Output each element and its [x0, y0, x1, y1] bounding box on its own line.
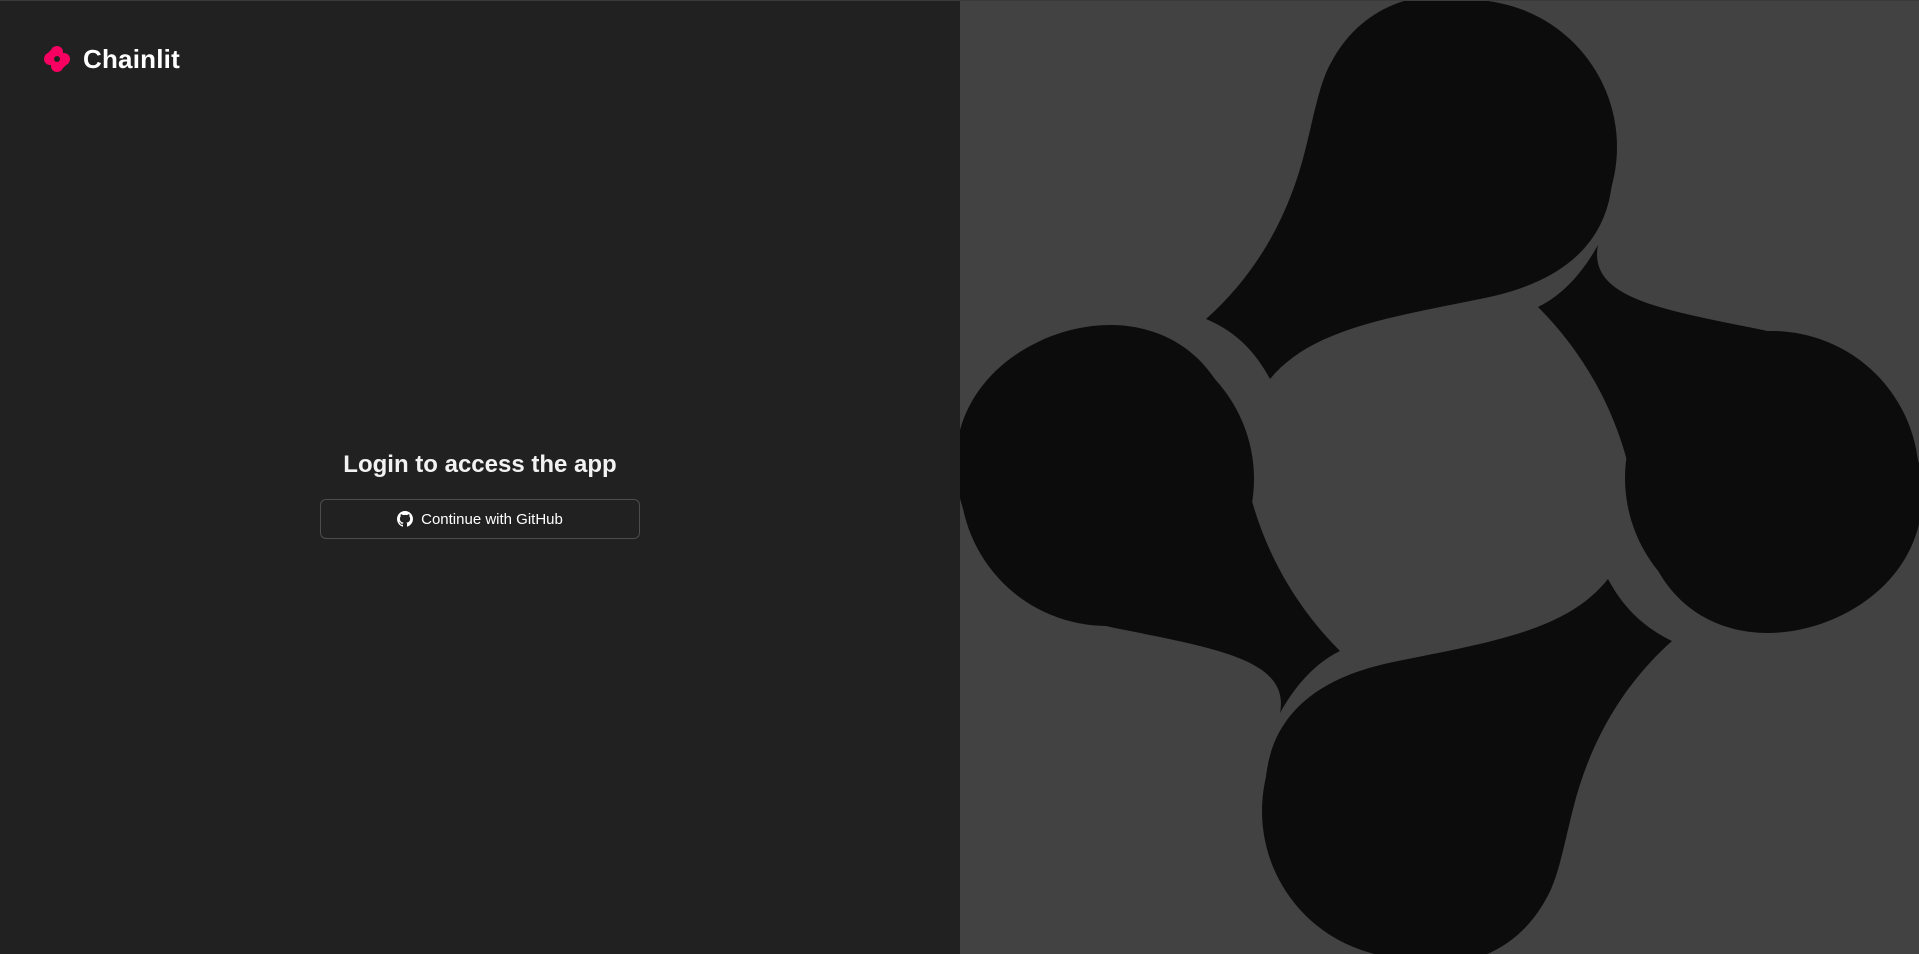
center-gap: [1321, 361, 1557, 597]
login-panel: Chainlit Login to access the app Continu…: [0, 1, 960, 954]
chainlit-logo-icon: [44, 46, 70, 72]
login-title: Login to access the app: [343, 451, 617, 478]
petal-right-head: [1625, 331, 1919, 625]
petal-bottom-head: [1262, 664, 1556, 954]
brand-name: Chainlit: [83, 43, 180, 74]
petal-top-head: [1323, 1, 1617, 294]
continue-with-github-button[interactable]: Continue with GitHub: [320, 499, 640, 539]
brand-art-panel: [960, 1, 1919, 954]
continue-with-github-label: Continue with GitHub: [421, 510, 563, 528]
login-box: Login to access the app Continue with Gi…: [320, 451, 640, 539]
login-page: Chainlit Login to access the app Continu…: [0, 0, 1919, 954]
petal-left-head: [960, 332, 1254, 626]
brand-header: Chainlit: [39, 41, 180, 77]
github-icon: [397, 511, 414, 527]
chainlit-petal-art: [960, 1, 1919, 954]
